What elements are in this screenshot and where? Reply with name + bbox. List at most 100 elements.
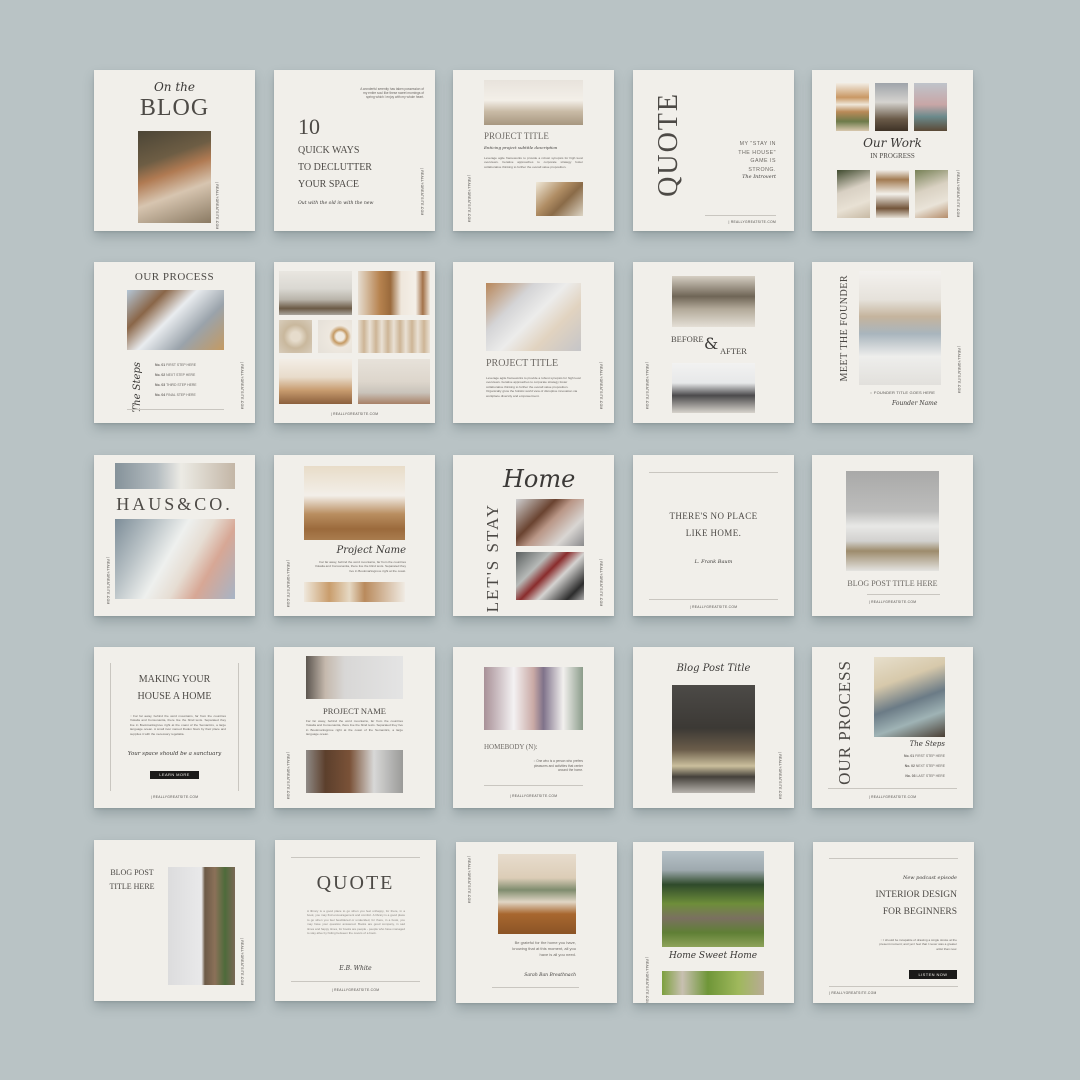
template-card-blog-post-script[interactable]: Blog Post Title | REALLYGREATSITE.COM	[633, 647, 794, 808]
quote-title: QUOTE	[316, 872, 395, 894]
woman-with-dog-photo	[484, 667, 583, 730]
step-number: No. 01	[155, 363, 166, 367]
template-card-home-sweet-home[interactable]: Home Sweet Home | REALLYGREATSITE.COM	[633, 842, 794, 1003]
quote-text: MY "STAY IN THE HOUSE" GAME IS STRONG.	[738, 141, 776, 173]
breakfast-tray-photo	[486, 283, 581, 351]
website-url: | REALLYGREATSITE.COM	[599, 362, 603, 410]
website-url: | REALLYGREATSITE.COM	[150, 795, 199, 799]
template-card-podcast-episode[interactable]: New podcast episode INTERIOR DESIGN FOR …	[813, 842, 974, 1003]
step-item: No. 02 NEXT STEP HERE	[872, 764, 945, 768]
step-item: No. 02 NEXT STEP HERE	[155, 373, 195, 377]
podcast-script: New podcast episode	[902, 875, 957, 881]
list-number: 10	[298, 114, 320, 139]
template-card-work-in-progress[interactable]: Our Work IN PROGRESS | REALLYGREATSITE.C…	[812, 70, 973, 231]
website-url: | REALLYGREATSITE.COM	[286, 752, 290, 800]
website-url: | REALLYGREATSITE.COM	[509, 794, 558, 798]
template-card-quick-ways[interactable]: A wonderful serenity has taken possessio…	[274, 70, 435, 231]
step-item: No. 03 THIRD STEP HERE	[155, 383, 197, 387]
steps-script: The Steps	[132, 362, 143, 413]
website-url: | REALLYGREATSITE.COM	[215, 182, 219, 230]
blog-post-script-title: Blog Post Title	[676, 663, 751, 674]
listen-now-button[interactable]: LISTEN NOW	[909, 970, 957, 979]
template-card-no-place-like-home[interactable]: THERE'S NO PLACE LIKE HOME. L. Frank Bau…	[633, 455, 794, 616]
dining-lamp-photo	[876, 170, 909, 218]
divider	[127, 409, 224, 410]
tagline-script: Your space should be a sanctuary	[127, 751, 222, 757]
sofa-photo	[306, 656, 403, 699]
step-item: No. 04 FINAL STEP HERE	[155, 393, 196, 397]
template-card-before-after[interactable]: BEFORE & AFTER | REALLYGREATSITE.COM	[633, 262, 794, 423]
website-url: | REALLYGREATSITE.COM	[645, 362, 649, 410]
divider	[705, 215, 776, 216]
website-url: | REALLYGREATSITE.COM	[240, 938, 244, 986]
quote-line-2: LIKE HOME.	[685, 528, 742, 538]
project-title: PROJECT TITLE	[486, 358, 559, 369]
grey-bedroom-photo	[846, 471, 939, 571]
top-divider	[291, 857, 420, 858]
canopy-top-photo	[115, 463, 235, 489]
brand-title: HAUS&CO.	[116, 494, 233, 514]
template-card-project-title-2[interactable]: PROJECT TITLE Leverage agile frameworks …	[453, 262, 614, 423]
template-card-homebody[interactable]: HOMEBODY (N): :: One who is a person who…	[453, 647, 614, 808]
website-url: | REALLYGREATSITE.COM	[645, 957, 649, 1003]
body-text: :: Far far away, behind the word mountai…	[130, 714, 226, 736]
before-label: BEFORE	[671, 334, 704, 344]
plant-dresser-photo	[498, 854, 576, 934]
before-room-photo	[672, 276, 755, 327]
website-url: | REALLYGREATSITE.COM	[728, 220, 776, 224]
template-card-quote-introvert[interactable]: QUOTE MY "STAY IN THE HOUSE" GAME IS STR…	[633, 70, 794, 231]
template-card-lets-stay-home[interactable]: LET'S STAY Home | REALLYGREATSITE.COM	[453, 455, 614, 616]
website-url: | REALLYGREATSITE.COM	[689, 605, 738, 609]
step-label: FIRST STEP HERE	[166, 363, 196, 367]
title-line-2: HOUSE A HOME	[137, 691, 212, 702]
bedroom-photo	[358, 359, 430, 404]
template-card-haus-co[interactable]: HAUS&CO. | REALLYGREATSITE.COM	[94, 455, 255, 616]
template-card-be-grateful[interactable]: | REALLYGREATSITE.COM Be grateful for th…	[456, 842, 617, 1003]
template-card-our-process-vertical[interactable]: OUR PROCESS The Steps No. 01 FIRST STEP …	[812, 647, 973, 808]
boho-entry-photo	[304, 466, 405, 540]
template-card-our-process[interactable]: OUR PROCESS The Steps No. 01 FIRST STEP …	[94, 262, 255, 423]
shelves-photo	[836, 83, 869, 131]
divider	[492, 987, 579, 988]
step-item: No. 01 FIRST STEP HERE	[872, 754, 945, 758]
title-line-1: BLOG POST	[110, 868, 154, 877]
gratitude-quote: Be grateful for the home you have, knowi…	[512, 940, 576, 958]
step-number: No. 02	[904, 764, 915, 768]
dining-room-photo	[168, 867, 235, 985]
living-room-photo	[279, 271, 352, 315]
dreamcatcher-photo	[279, 320, 312, 353]
process-vertical-title: OUR PROCESS	[835, 660, 854, 785]
template-card-making-house-home[interactable]: MAKING YOUR HOUSE A HOME :: Far far away…	[94, 647, 255, 808]
quote-author: L. Frank Baum	[694, 559, 733, 565]
step-number: No. 02	[155, 373, 166, 377]
after-room-photo	[672, 363, 755, 413]
window-seat-photo	[516, 552, 584, 600]
template-card-meet-founder[interactable]: MEET THE FOUNDER :: FOUNDER TITLE GOES H…	[812, 262, 973, 423]
intro-blurb: A wonderful serenity has taken possessio…	[360, 87, 424, 100]
pampas-vase-photo	[874, 657, 945, 737]
step-number: No. 03	[155, 383, 166, 387]
template-card-photo-grid[interactable]: | REALLYGREATSITE.COM	[274, 262, 435, 423]
project-body: Far far away, behind the word mountains,…	[314, 560, 406, 573]
learn-more-button[interactable]: LEARN MORE	[150, 771, 199, 779]
step-label: NEXT STEP HERE	[915, 764, 945, 768]
macrame-photo	[837, 170, 870, 218]
template-card-blog-post-split[interactable]: BLOG POST TITLE HERE | REALLYGREATSITE.C…	[94, 840, 255, 1001]
project-subtitle: Enticing project subtitle description	[484, 145, 558, 150]
quote-body: A library is a good place to go when you…	[307, 909, 405, 936]
blog-title: BLOG	[139, 95, 210, 121]
template-card-project-name[interactable]: PROJECT NAME Far far away, behind the wo…	[274, 647, 435, 808]
template-card-quote-library[interactable]: QUOTE A library is a good place to go wh…	[275, 840, 436, 1001]
website-url: | REALLYGREATSITE.COM	[868, 795, 917, 799]
step-number: No. 03	[905, 774, 916, 778]
divider	[828, 788, 957, 789]
canopy-bed-photo	[115, 519, 235, 599]
template-card-on-the-blog[interactable]: On the BLOG | REALLYGREATSITE.COM	[94, 70, 255, 231]
template-card-project-name-boho[interactable]: Project Name Far far away, behind the wo…	[274, 455, 435, 616]
bottom-divider	[291, 981, 420, 982]
project-body: Leverage agile frameworks to provide a r…	[484, 156, 583, 169]
website-url: | REALLYGREATSITE.COM	[106, 557, 110, 605]
top-divider	[649, 472, 778, 473]
template-card-blog-post-bedroom[interactable]: BLOG POST TITLE HERE | REALLYGREATSITE.C…	[812, 455, 973, 616]
template-card-project-title[interactable]: PROJECT TITLE Enticing project subtitle …	[453, 70, 614, 231]
